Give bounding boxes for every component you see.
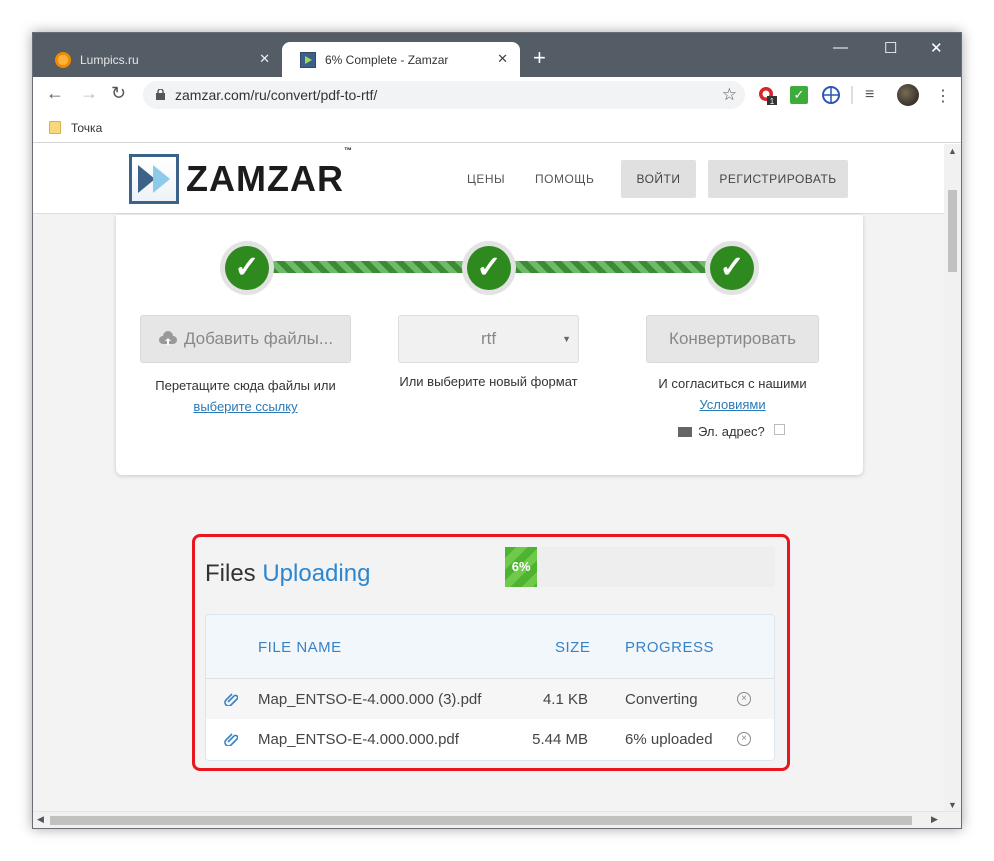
step-2-complete: ✓ xyxy=(462,241,516,295)
login-button[interactable]: ВОЙТИ xyxy=(621,160,696,198)
extension-badge: 1 xyxy=(770,97,775,106)
vpn-extension-icon[interactable] xyxy=(822,86,840,104)
add-files-hint: Перетащите сюда файлы или выберите ссылк… xyxy=(155,378,336,414)
scroll-left-icon[interactable]: ◀ xyxy=(37,814,44,825)
scroll-down-icon[interactable]: ▼ xyxy=(948,800,957,810)
step-connector xyxy=(514,261,709,273)
title-bar: Lumpics.ru ✕ 6% Complete - Zamzar ✕ + — … xyxy=(33,33,961,77)
close-window-icon[interactable]: ✕ xyxy=(930,39,943,57)
paperclip-icon xyxy=(224,733,238,746)
step-connector xyxy=(271,261,466,273)
address-bar[interactable]: zamzar.com/ru/convert/pdf-to-rtf/ ☆ xyxy=(143,81,745,109)
browser-window: Lumpics.ru ✕ 6% Complete - Zamzar ✕ + — … xyxy=(32,32,962,829)
lock-icon xyxy=(156,89,165,100)
folder-icon xyxy=(49,121,61,134)
email-label: Эл. адрес? xyxy=(698,424,765,439)
file-size: 4.1 KB xyxy=(542,691,588,708)
media-control-icon[interactable]: ≡ xyxy=(865,86,883,104)
bookmark-star-icon[interactable]: ☆ xyxy=(722,81,737,109)
scrollbar-thumb[interactable] xyxy=(50,816,912,825)
file-size: 5.44 MB xyxy=(532,731,588,748)
vertical-scrollbar[interactable]: ▲ ▼ xyxy=(944,144,961,812)
close-tab-icon[interactable]: ✕ xyxy=(497,51,508,67)
add-files-label: Добавить файлы... xyxy=(183,329,334,348)
chevron-down-icon: ▼ xyxy=(562,334,571,344)
page-viewport: ZAMZAR™ ЦЕНЫ ПОМОЩЬ ВОЙТИ РЕГИСТРИРОВАТЬ… xyxy=(33,144,945,812)
terms-hint: И согласиться с нашими Условиями xyxy=(658,376,807,412)
file-progress: 6% uploaded xyxy=(625,731,713,748)
email-option: Эл. адрес? xyxy=(678,424,785,439)
logo-arrows-icon xyxy=(129,154,179,204)
column-size: SIZE xyxy=(555,639,591,656)
file-name: Map_ENTSO-E-4.000.000 (3).pdf xyxy=(258,691,482,708)
cloud-upload-icon xyxy=(158,331,177,345)
nav-prices[interactable]: ЦЕНЫ xyxy=(467,172,505,186)
choose-link[interactable]: выберите ссылку xyxy=(193,399,297,414)
site-header: ZAMZAR™ ЦЕНЫ ПОМОЩЬ ВОЙТИ РЕГИСТРИРОВАТЬ xyxy=(33,144,945,214)
url-text: zamzar.com/ru/convert/pdf-to-rtf/ xyxy=(175,87,378,103)
scroll-right-icon[interactable]: ▶ xyxy=(931,814,938,825)
terms-link[interactable]: Условиями xyxy=(699,397,765,412)
bookmarks-bar: Точка xyxy=(33,113,961,143)
format-select[interactable]: rtf ▼ xyxy=(398,315,579,363)
paperclip-icon xyxy=(224,693,238,706)
forward-icon[interactable]: → xyxy=(80,83,98,104)
cancel-file-icon[interactable]: × xyxy=(737,732,751,746)
envelope-icon xyxy=(678,426,692,437)
check-icon: ✓ xyxy=(225,246,269,290)
tab-zamzar[interactable]: 6% Complete - Zamzar ✕ xyxy=(282,42,520,77)
minimize-icon[interactable]: — xyxy=(833,39,848,56)
progress-fill: 6% xyxy=(505,547,538,587)
close-tab-icon[interactable]: ✕ xyxy=(259,51,270,67)
lumpics-favicon-icon xyxy=(55,51,71,68)
table-row: Map_ENTSO-E-4.000.000 (3).pdf 4.1 KB Con… xyxy=(206,678,774,719)
scrollbar-thumb[interactable] xyxy=(948,190,957,272)
cancel-file-icon[interactable]: × xyxy=(737,692,751,706)
converter-card: ✓ ✓ ✓ Добавить файлы... Перетащите сюда … xyxy=(116,215,863,475)
tab-lumpics[interactable]: Lumpics.ru ✕ xyxy=(37,42,282,77)
maximize-icon[interactable]: ☐ xyxy=(884,39,897,57)
checkmark-extension-icon[interactable]: ✓ xyxy=(790,86,808,104)
uploads-title: Files Uploading xyxy=(205,560,371,587)
register-button[interactable]: РЕГИСТРИРОВАТЬ xyxy=(708,160,848,198)
opera-extension-icon[interactable]: 1 xyxy=(758,86,777,106)
convert-button[interactable]: Конвертировать xyxy=(646,315,819,363)
tab-title: 6% Complete - Zamzar xyxy=(325,52,449,67)
file-name: Map_ENTSO-E-4.000.000.pdf xyxy=(258,731,459,748)
avatar[interactable] xyxy=(897,84,919,106)
toolbar-divider xyxy=(851,86,853,104)
upload-progress-bar: 6% xyxy=(505,547,775,587)
browser-toolbar: ← → ↻ zamzar.com/ru/convert/pdf-to-rtf/ … xyxy=(33,77,961,113)
file-progress: Converting xyxy=(625,691,698,708)
nav-help[interactable]: ПОМОЩЬ xyxy=(535,172,594,186)
add-files-button[interactable]: Добавить файлы... xyxy=(140,315,351,363)
step-1-complete: ✓ xyxy=(220,241,274,295)
horizontal-scrollbar[interactable]: ◀ ▶ xyxy=(33,811,961,828)
column-file-name: FILE NAME xyxy=(258,639,342,656)
zamzar-favicon-icon xyxy=(300,51,316,68)
column-progress: PROGRESS xyxy=(625,639,715,656)
step-3-complete: ✓ xyxy=(705,241,759,295)
uploads-panel: Files Uploading 6% FILE NAME SIZE PROGRE… xyxy=(192,534,790,771)
check-icon: ✓ xyxy=(710,246,754,290)
tab-title: Lumpics.ru xyxy=(80,52,139,67)
format-value: rtf xyxy=(480,329,497,348)
new-tab-button[interactable]: + xyxy=(533,47,546,69)
email-checkbox[interactable] xyxy=(773,424,785,435)
zamzar-logo[interactable]: ZAMZAR™ xyxy=(129,146,353,204)
bookmark-item[interactable]: Точка xyxy=(71,121,102,135)
back-icon[interactable]: ← xyxy=(46,83,64,104)
logo-text: ZAMZAR™ xyxy=(186,146,353,199)
check-icon: ✓ xyxy=(467,246,511,290)
menu-dots-icon[interactable]: ⋮ xyxy=(935,86,953,105)
format-hint: Или выберите новый формат xyxy=(399,374,578,389)
reload-icon[interactable]: ↻ xyxy=(111,83,126,104)
scroll-up-icon[interactable]: ▲ xyxy=(948,146,957,156)
files-table: FILE NAME SIZE PROGRESS Map_ENTSO-E-4.00… xyxy=(205,614,775,761)
table-row: Map_ENTSO-E-4.000.000.pdf 5.44 MB 6% upl… xyxy=(206,719,774,760)
